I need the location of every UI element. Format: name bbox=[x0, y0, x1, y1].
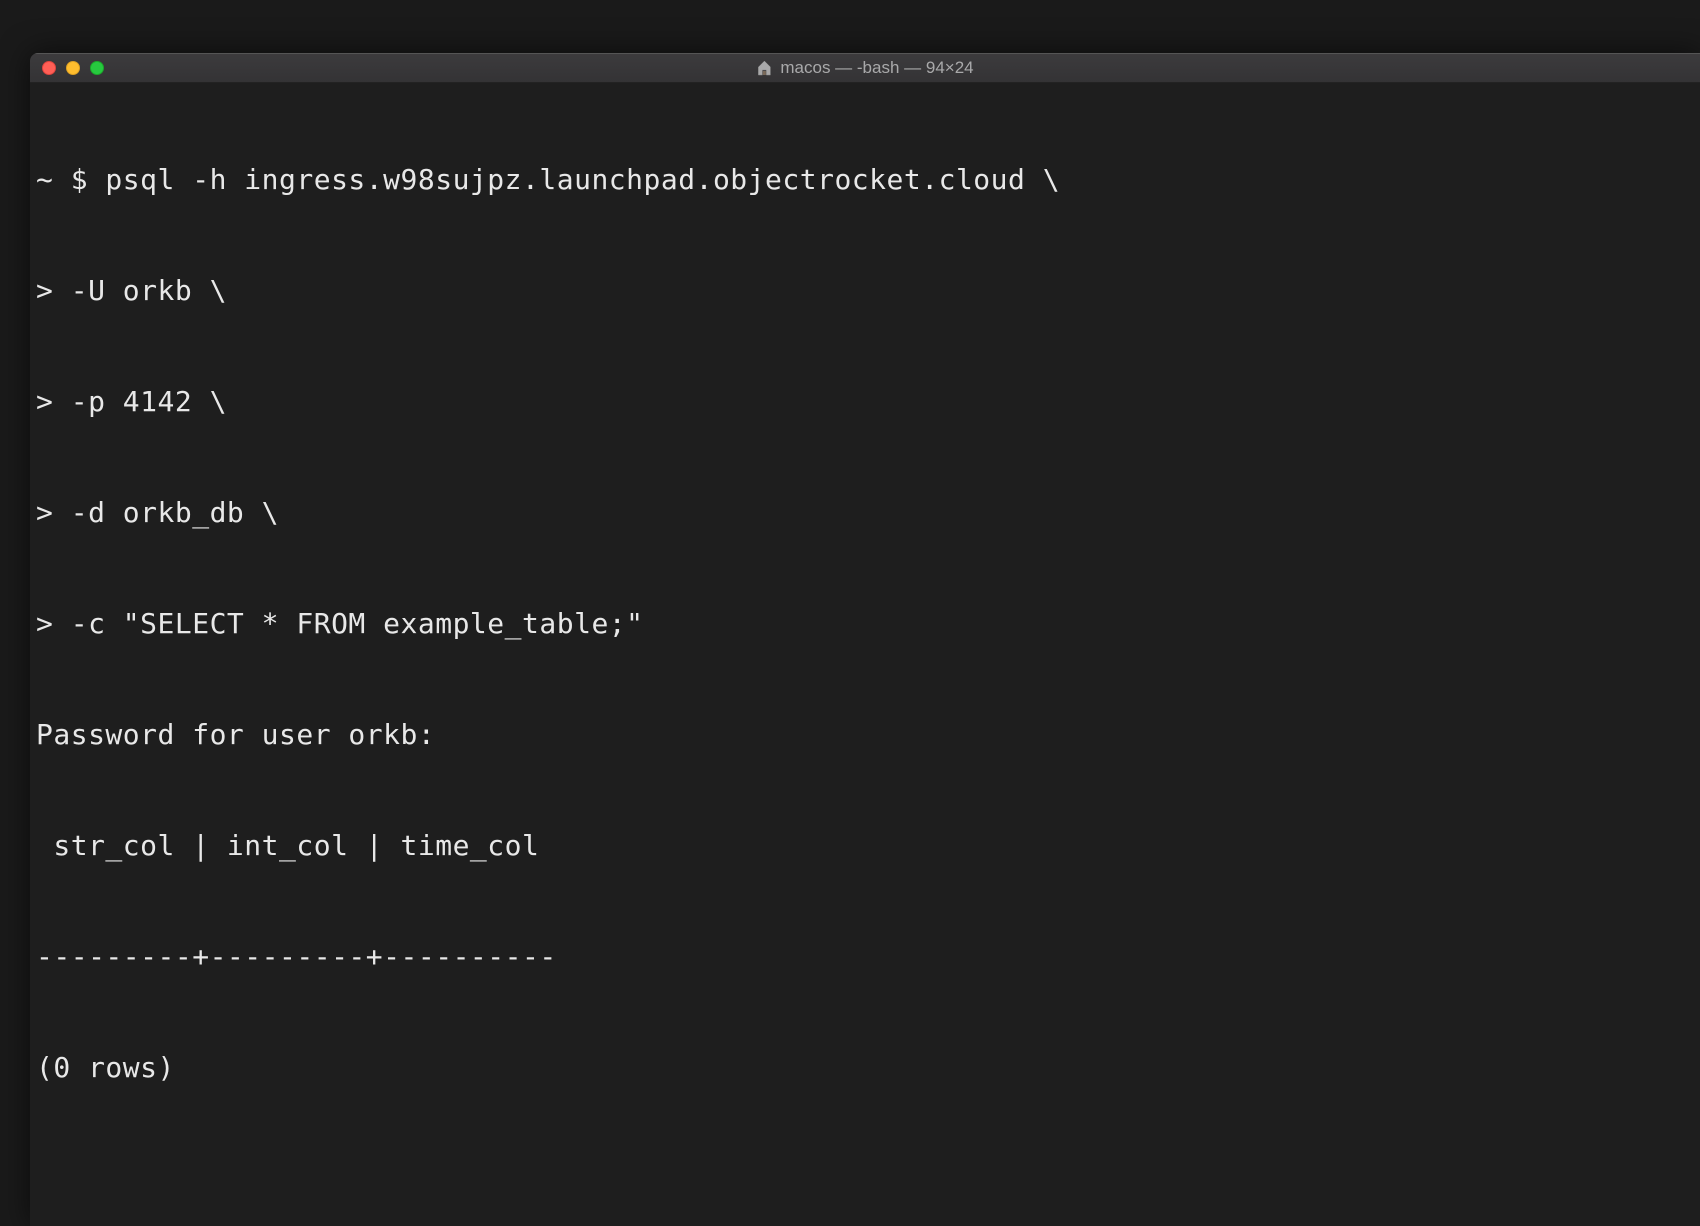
terminal-line: str_col | int_col | time_col bbox=[36, 827, 1694, 864]
close-button[interactable] bbox=[42, 61, 56, 75]
terminal-line: ---------+---------+---------- bbox=[36, 938, 1694, 975]
window-title-text: macos — -bash — 94×24 bbox=[780, 58, 973, 78]
maximize-button[interactable] bbox=[90, 61, 104, 75]
terminal-window: macos — -bash — 94×24 ~ $ psql -h ingres… bbox=[30, 53, 1700, 1226]
window-title: macos — -bash — 94×24 bbox=[756, 58, 973, 78]
terminal-line: ~ $ psql -h ingress.w98sujpz.launchpad.o… bbox=[36, 161, 1694, 198]
home-icon bbox=[756, 60, 772, 76]
terminal-line: Password for user orkb: bbox=[36, 716, 1694, 753]
titlebar[interactable]: macos — -bash — 94×24 bbox=[30, 53, 1700, 83]
terminal-line: > -U orkb \ bbox=[36, 272, 1694, 309]
terminal-body[interactable]: ~ $ psql -h ingress.w98sujpz.launchpad.o… bbox=[30, 83, 1700, 1226]
terminal-line: (0 rows) bbox=[36, 1049, 1694, 1086]
terminal-line: > -d orkb_db \ bbox=[36, 494, 1694, 531]
terminal-line: > -c "SELECT * FROM example_table;" bbox=[36, 605, 1694, 642]
terminal-line: > -p 4142 \ bbox=[36, 383, 1694, 420]
minimize-button[interactable] bbox=[66, 61, 80, 75]
traffic-lights bbox=[30, 61, 104, 75]
